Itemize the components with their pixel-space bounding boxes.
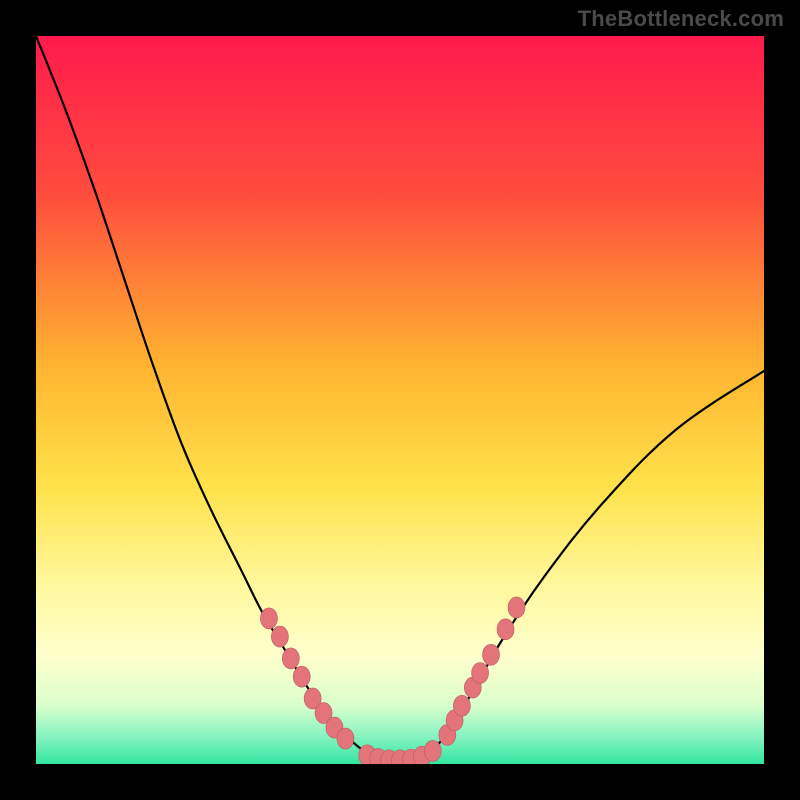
data-marker xyxy=(497,619,514,640)
data-marker xyxy=(337,728,354,749)
chart-svg xyxy=(36,36,764,764)
data-markers xyxy=(260,597,525,764)
data-marker xyxy=(282,648,299,669)
data-marker xyxy=(260,608,277,629)
data-marker xyxy=(293,666,310,687)
watermark-text: TheBottleneck.com xyxy=(578,6,784,32)
data-marker xyxy=(472,663,489,684)
data-marker xyxy=(483,644,500,665)
data-marker xyxy=(271,626,288,647)
data-marker xyxy=(424,740,441,761)
bottleneck-curve xyxy=(36,36,764,760)
plot-area xyxy=(36,36,764,764)
data-marker xyxy=(453,695,470,716)
data-marker xyxy=(508,597,525,618)
